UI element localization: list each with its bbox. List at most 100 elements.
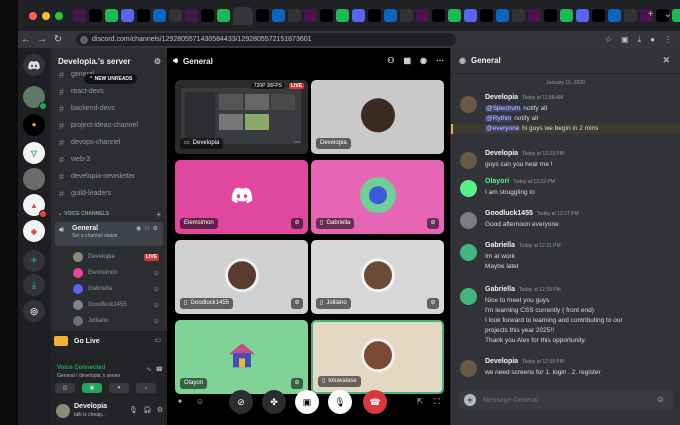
github-icon[interactable] [400, 9, 413, 22]
server-header[interactable]: Developia.'s server ⚙ [51, 48, 167, 74]
discord-icon[interactable] [576, 9, 589, 22]
menu-icon[interactable]: ⋮ [664, 35, 672, 45]
discord-icon[interactable] [464, 9, 477, 22]
spotify-icon[interactable] [217, 9, 230, 22]
chat-message[interactable]: Goodluck1455 Today at 12:27 PM Good aftern… [451, 210, 680, 234]
channel-item-project-ideas-channel[interactable]: # project-ideas-channel [51, 117, 167, 134]
microphone-icon[interactable]: 🎙︎ [129, 406, 138, 414]
x-icon[interactable] [201, 9, 214, 22]
slack-icon[interactable] [304, 9, 317, 22]
channel-item-guild-leaders[interactable]: # guild-leaders [51, 185, 167, 202]
spotify-icon[interactable] [336, 9, 349, 22]
screen-share-button[interactable]: ▣ [295, 390, 319, 414]
screen-share-toggle-button[interactable]: ▣ [82, 383, 102, 393]
chat-message[interactable]: Olayori Today at 12:23 PM I am struggling … [451, 178, 680, 202]
server-icon-vue[interactable]: ▽ [23, 142, 45, 164]
message-author[interactable]: Developia Today at 11:58 AM [485, 94, 563, 101]
download-icon[interactable]: ⤓ [638, 35, 642, 45]
x-icon[interactable] [432, 9, 445, 22]
disconnect-call-button[interactable]: ☎ [363, 390, 387, 414]
mention-tag[interactable]: @Spectrum [485, 105, 522, 112]
video-tile-elemsimon[interactable]: Elemsimon ⊘ [175, 160, 308, 234]
close-icon[interactable]: ✕ [662, 55, 670, 66]
voice-user-item[interactable]: Goodluck1455 ⊘ [51, 297, 167, 313]
channel-item-web-3[interactable]: # web-3 [51, 151, 167, 168]
download-apps-icon[interactable]: ⤓ [23, 274, 45, 296]
x-icon[interactable] [592, 9, 605, 22]
channel-item-react-devs[interactable]: # react-devs [51, 83, 167, 100]
x-icon[interactable] [368, 9, 381, 22]
bookmark-star-icon[interactable]: ☆ [605, 35, 612, 45]
message-author[interactable]: Goodluck1455 Today at 12:27 PM [485, 210, 579, 217]
message-author[interactable]: Developia Today at 12:23 PM [485, 150, 564, 157]
chat-toggle-icon[interactable]: ◉ [420, 56, 427, 65]
more-options-icon[interactable]: ⋯ [436, 56, 444, 65]
video-tile-toluwalase[interactable]: ▯ toluwalase [311, 320, 444, 394]
add-server-icon[interactable]: + [23, 250, 45, 272]
tab-search-icon[interactable]: ⌄ [664, 9, 672, 20]
video-tile-goodluck1455[interactable]: ▯ Goodluck1455 ⊘ [175, 240, 308, 314]
server-icon-laravel[interactable]: ◈ [23, 220, 45, 242]
soundboard-button[interactable]: ♪ [136, 383, 156, 393]
server-icon-angular[interactable]: ▲ [23, 194, 47, 218]
reload-icon[interactable]: ↻ [50, 34, 66, 45]
avatar[interactable] [460, 244, 477, 261]
upload-plus-icon[interactable]: + [464, 394, 476, 406]
channel-item-backend-devs[interactable]: # backend-devs [51, 100, 167, 117]
message-author[interactable]: Gabriella Today at 12:39 PM [485, 286, 561, 293]
new-unreads-pill[interactable]: ⌃ NEW UNREADS [84, 74, 138, 84]
headphones-icon[interactable]: 🎧︎ [143, 406, 152, 414]
add-channel-icon[interactable]: + [156, 210, 161, 219]
message-author[interactable]: Olayori Today at 12:23 PM [485, 178, 555, 185]
minimize-window-button[interactable] [42, 11, 50, 20]
channel-item-developia-newsletter[interactable]: # developia-newsletter [51, 168, 167, 185]
chat-message[interactable]: Gabriella Today at 12:39 PM Nice to meet y… [451, 286, 680, 350]
github-icon[interactable] [288, 9, 301, 22]
emoji-icon[interactable]: ☺ [656, 394, 665, 404]
activities-button[interactable]: ✦ [109, 383, 129, 393]
x-icon[interactable] [137, 9, 150, 22]
x-icon[interactable] [320, 9, 333, 22]
avatar[interactable] [460, 152, 477, 169]
camera-off-button[interactable]: ⊘ [229, 390, 253, 414]
message-author[interactable]: Developia Today at 12:39 PM [485, 358, 564, 365]
chat-message[interactable]: Developia Today at 11:58 AM @Spectrum noti… [451, 94, 680, 138]
github-icon[interactable] [624, 9, 637, 22]
disconnect-icon[interactable]: ☎ [156, 366, 163, 373]
profile-icon[interactable]: ● [650, 35, 655, 45]
slack-icon[interactable] [528, 9, 541, 22]
discover-icon[interactable]: ◎ [23, 300, 45, 322]
address-bar[interactable]: discord.com/channels/1292805571430584433… [76, 33, 456, 46]
message-author[interactable]: Gabriella Today at 12:31 PM [485, 242, 561, 249]
video-tile-developia[interactable]: Developia [311, 80, 444, 154]
spotify-icon[interactable] [672, 9, 680, 22]
avatar[interactable] [460, 288, 477, 305]
linkedin-icon[interactable] [608, 9, 621, 22]
avatar[interactable] [460, 96, 477, 113]
discord-home-icon[interactable] [23, 54, 45, 76]
chevron-down-icon[interactable]: ⚙ [154, 57, 161, 66]
chat-message[interactable]: Gabriella Today at 12:31 PM Im at work Mayb… [451, 242, 680, 276]
discord-icon[interactable] [233, 6, 253, 25]
fullscreen-icon[interactable]: ⛶ [430, 395, 444, 409]
settings-gear-icon[interactable]: ⚙ [153, 225, 158, 232]
activity-icon[interactable]: ✦ [173, 395, 187, 409]
server-icon-gradient[interactable]: ◆ [23, 114, 45, 136]
server-icon-developia[interactable] [23, 86, 47, 110]
back-icon[interactable]: ← [18, 34, 34, 45]
avatar[interactable] [460, 212, 477, 229]
emoji-icon[interactable]: ☺ [193, 395, 207, 409]
close-window-button[interactable] [29, 11, 37, 20]
linkedin-icon[interactable] [153, 9, 166, 22]
user-settings-icon[interactable]: ⚙ [157, 406, 163, 414]
video-tile-jolliano[interactable]: ▯ Jolliano ⊘ [311, 240, 444, 314]
maximize-window-button[interactable] [55, 11, 63, 20]
invite-people-icon[interactable]: ⚇ [387, 56, 394, 65]
github-icon[interactable] [512, 9, 525, 22]
channel-item-devops-channel[interactable]: # devops-channel [51, 134, 167, 151]
voice-user-item[interactable]: Developia LIVE [51, 249, 167, 265]
x-icon[interactable] [256, 9, 269, 22]
linkedin-icon[interactable] [384, 9, 397, 22]
chat-message[interactable]: Developia Today at 12:39 PM we need screen… [451, 358, 680, 382]
microphone-button[interactable]: 🎙︎ [328, 390, 352, 414]
